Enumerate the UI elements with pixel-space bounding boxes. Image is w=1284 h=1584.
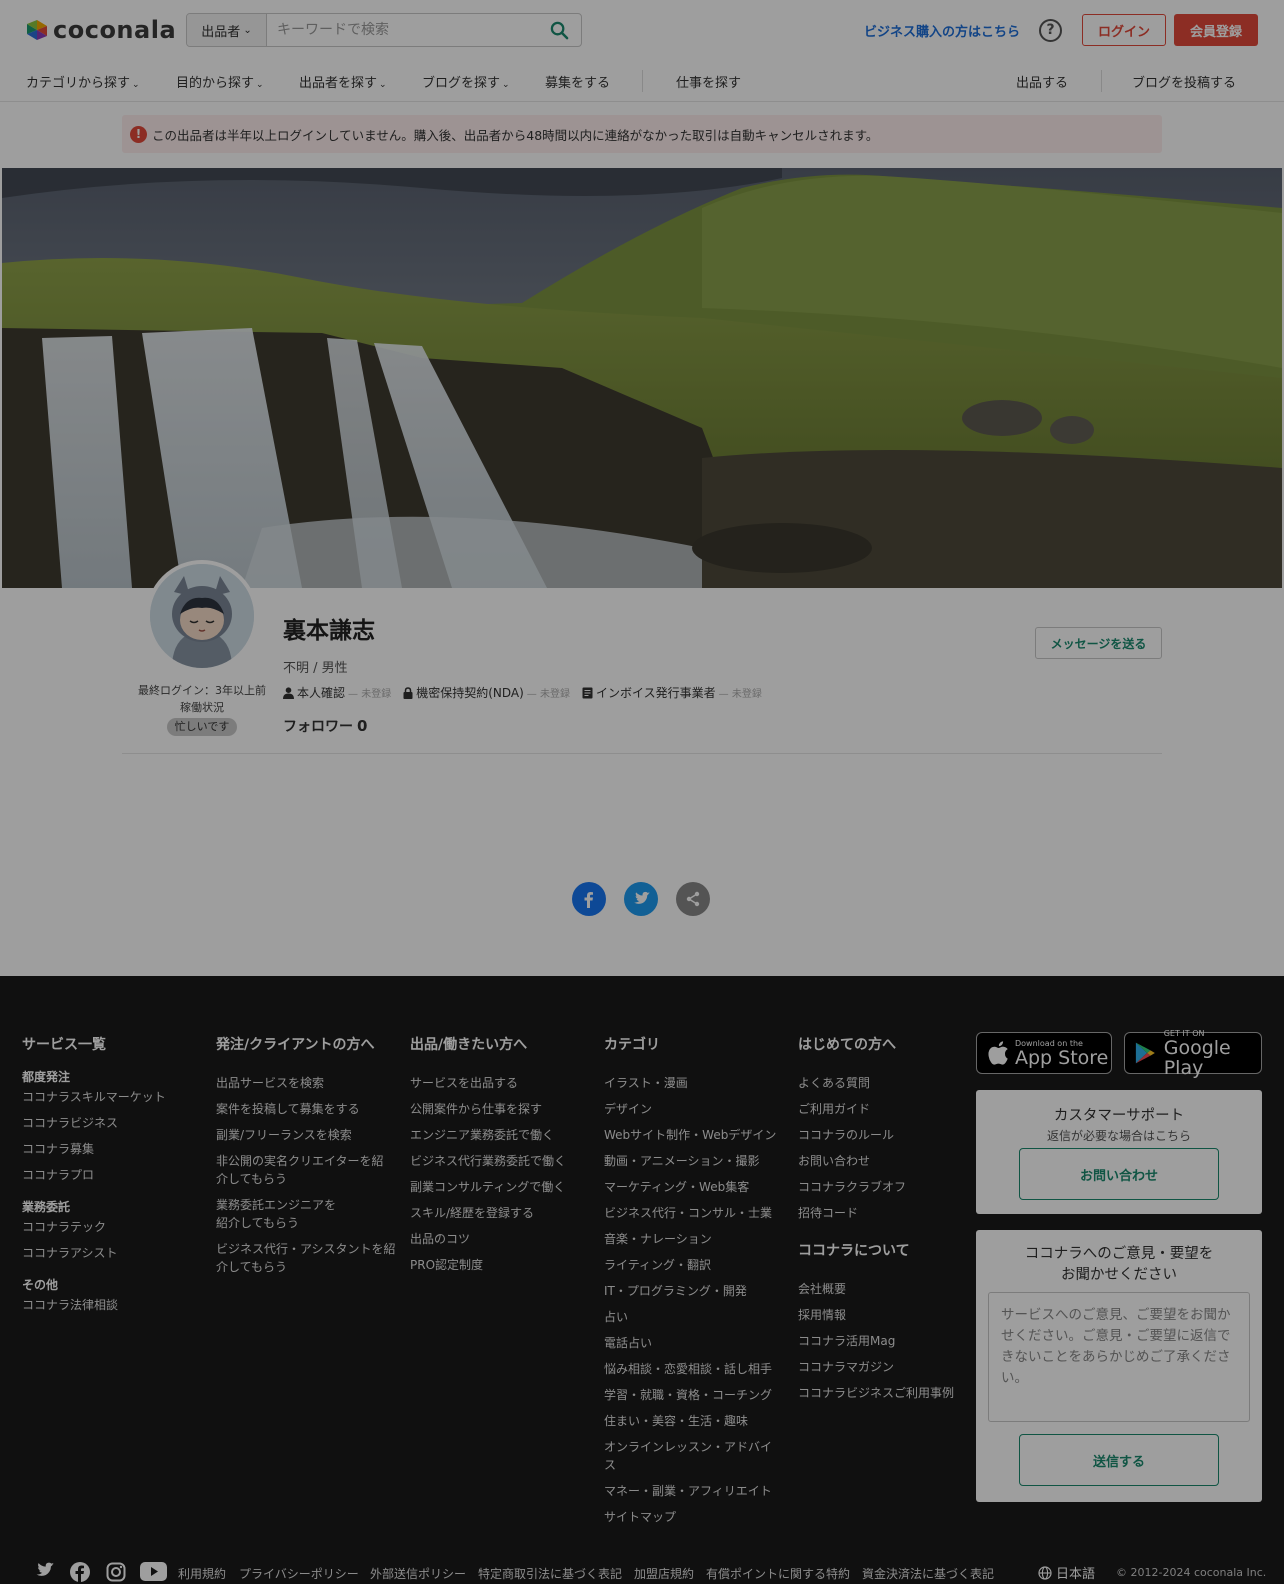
modal-backdrop[interactable]	[0, 0, 1284, 1584]
